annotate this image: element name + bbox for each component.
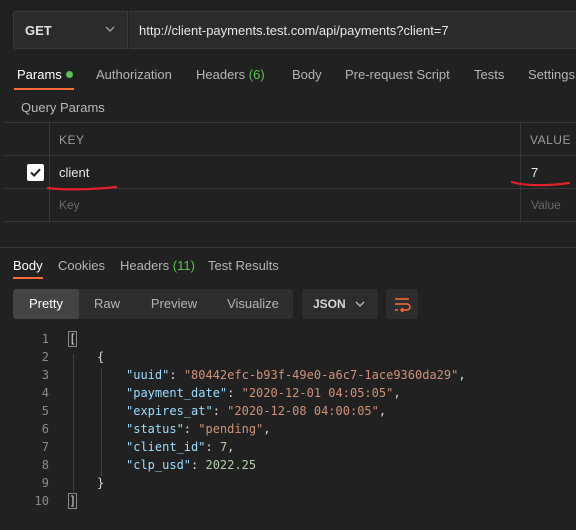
tab-settings[interactable]: Settings	[528, 67, 575, 82]
view-pretty-button[interactable]: Pretty	[13, 289, 79, 319]
response-tab-body[interactable]: Body	[13, 258, 43, 273]
table-header-row: KEY VALUE	[5, 123, 576, 156]
line-number: 3	[41, 368, 49, 382]
url-input[interactable]: http://client-payments.test.com/api/paym…	[129, 11, 576, 49]
tab-headers-label: Headers	[196, 67, 246, 82]
json-key: "expires_at"	[126, 404, 213, 418]
wrap-lines-button[interactable]	[386, 289, 418, 319]
json-close-brace: }	[97, 476, 105, 490]
table-row: client 7	[5, 156, 576, 189]
new-key-input[interactable]: Key	[59, 198, 80, 212]
active-tab-indicator	[14, 88, 74, 90]
query-params-title: Query Params	[21, 100, 105, 115]
tab-tests[interactable]: Tests	[474, 67, 504, 82]
request-url-bar: GET http://client-payments.test.com/api/…	[0, 0, 576, 60]
chevron-down-icon	[105, 26, 115, 32]
indent-guide	[73, 354, 74, 496]
json-key: "uuid"	[126, 368, 170, 382]
json-number-value: 2022.25	[205, 458, 257, 472]
line-number: 4	[41, 386, 49, 400]
line-number: 7	[41, 440, 49, 454]
query-params-table: KEY VALUE client 7 Key Value	[5, 122, 576, 223]
json-string-value: "80442efc-b93f-49e0-a6c7-1ace9360da29"	[183, 368, 459, 382]
response-tab-headers[interactable]: Headers (11)	[120, 258, 195, 273]
line-number: 1	[41, 332, 49, 346]
column-divider	[49, 123, 50, 223]
response-active-tab-indicator	[13, 277, 43, 279]
tab-authorization[interactable]: Authorization	[96, 67, 172, 82]
column-header-value: VALUE	[530, 133, 571, 147]
response-tab-cookies[interactable]: Cookies	[58, 258, 105, 273]
method-select[interactable]: GET	[13, 11, 128, 49]
tab-params-label: Params	[17, 67, 62, 82]
format-label: JSON	[313, 297, 346, 311]
json-key: "payment_date"	[126, 386, 228, 400]
table-row-empty: Key Value	[5, 189, 576, 222]
response-headers-count: (11)	[172, 258, 195, 273]
request-tabs: Params Authorization Headers (6) Body Pr…	[0, 60, 576, 92]
json-string-value: "pending"	[198, 422, 264, 436]
tab-pre-request-script[interactable]: Pre-request Script	[345, 67, 450, 82]
json-close-bracket: ]	[67, 493, 78, 509]
param-value-cell[interactable]: 7	[531, 165, 538, 180]
tab-body[interactable]: Body	[292, 67, 322, 82]
column-divider	[520, 123, 521, 223]
json-key: "clp_usd"	[126, 458, 192, 472]
line-number: 8	[41, 458, 49, 472]
json-string-value: "2020-12-01 04:05:05"	[241, 386, 394, 400]
line-number: 2	[41, 350, 49, 364]
params-active-dot-icon	[65, 71, 73, 78]
tab-params[interactable]: Params	[17, 67, 73, 82]
param-enabled-checkbox[interactable]	[27, 164, 44, 181]
tab-headers[interactable]: Headers (6)	[196, 67, 265, 82]
response-tab-test-results[interactable]: Test Results	[208, 258, 279, 273]
column-header-key: KEY	[59, 133, 85, 147]
line-number: 10	[34, 494, 49, 508]
chevron-down-icon	[355, 301, 365, 307]
response-body-viewer[interactable]: 1[ 2{ 3 "uuid": "80442efc-b93f-49e0-a6c7-…	[0, 330, 576, 520]
indent-guide	[101, 368, 102, 476]
json-string-value: "2020-12-08 04:00:05"	[227, 404, 379, 418]
view-mode-group: Pretty Raw Preview Visualize	[13, 289, 293, 319]
wrap-lines-icon	[395, 298, 411, 313]
view-raw-button[interactable]: Raw	[79, 289, 135, 319]
line-number: 9	[41, 476, 49, 490]
json-open-bracket: [	[67, 331, 78, 347]
view-visualize-button[interactable]: Visualize	[213, 289, 293, 319]
pane-divider[interactable]	[0, 247, 576, 248]
json-key: "status"	[126, 422, 184, 436]
tab-headers-count: (6)	[248, 67, 265, 82]
param-key-cell[interactable]: client	[59, 165, 89, 180]
json-open-brace: {	[97, 350, 105, 364]
method-label: GET	[25, 23, 52, 38]
response-tab-headers-label: Headers	[120, 258, 170, 273]
check-icon	[30, 168, 41, 178]
new-value-input[interactable]: Value	[531, 198, 561, 212]
line-number: 6	[41, 422, 49, 436]
format-select[interactable]: JSON	[302, 289, 378, 319]
view-preview-button[interactable]: Preview	[135, 289, 213, 319]
json-key: "client_id"	[126, 440, 206, 454]
line-number: 5	[41, 404, 49, 418]
url-text: http://client-payments.test.com/api/paym…	[139, 23, 449, 38]
